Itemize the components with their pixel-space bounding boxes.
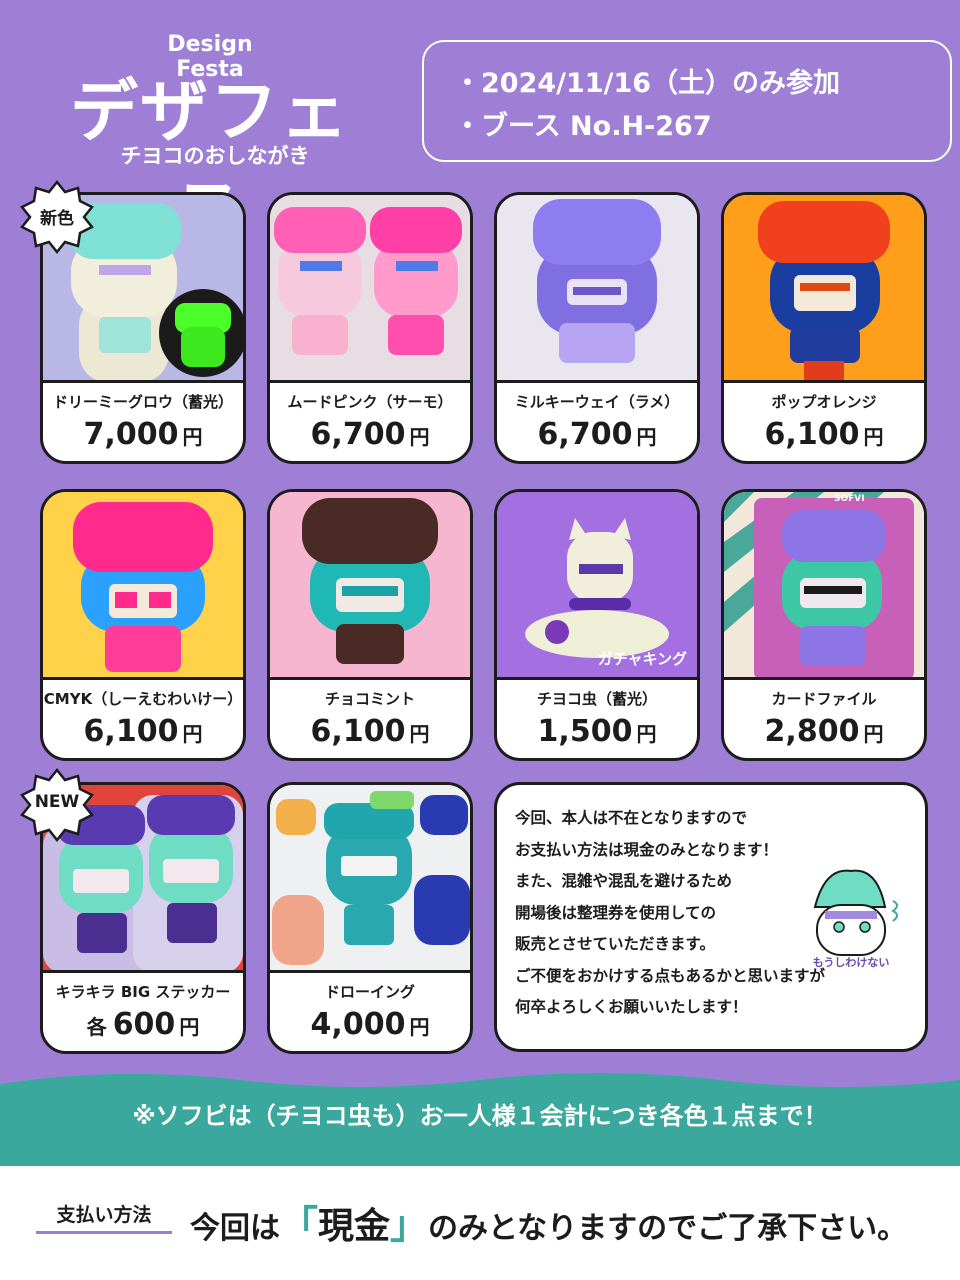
payment-method-label: 支払い方法 bbox=[36, 1200, 172, 1234]
product-card[interactable]: ドローイング 4,000 円 bbox=[267, 782, 473, 1054]
product-price: 6,700 円 bbox=[537, 417, 657, 452]
payment-method-text: 今回は「現金」のみとなりますのでご了承下さい。 bbox=[190, 1203, 908, 1247]
purchase-limit-banner: ※ソフビは（チヨコ虫も）お一人様１会計につき各色１点まで！ bbox=[132, 1102, 828, 1130]
product-photo bbox=[270, 492, 470, 680]
product-card[interactable]: ガチャキング チヨコ虫（蓄光） 1,500 円 bbox=[494, 489, 700, 761]
product-name: ドローイング bbox=[324, 983, 415, 1001]
product-name: ミルキーウェイ（ラメ） bbox=[514, 393, 680, 411]
product-name: キラキラ BIG ステッカー bbox=[55, 983, 231, 1001]
product-name: ドリーミーグロウ（蓄光） bbox=[52, 393, 233, 411]
event-date: ・2024/11/16（土）のみ参加 bbox=[454, 68, 841, 99]
gacha-king-label: ガチャキング bbox=[597, 650, 687, 668]
product-photo bbox=[724, 195, 924, 383]
new-badge: NEW bbox=[20, 767, 94, 843]
mascot-illustration: もうしわけない bbox=[781, 861, 921, 971]
new-color-badge: 新色 bbox=[20, 179, 94, 255]
product-card[interactable]: ポップオレンジ 6,100 円 bbox=[721, 192, 927, 464]
product-price: 1,500 円 bbox=[537, 714, 657, 749]
new-color-badge-label: 新色 bbox=[40, 209, 74, 229]
product-price: 6,100 円 bbox=[310, 714, 430, 749]
product-price: 4,000 円 bbox=[310, 1007, 430, 1042]
product-price: 各 600 円 bbox=[86, 1007, 200, 1042]
product-photo: ガチャキング bbox=[497, 492, 697, 680]
new-badge-label: NEW bbox=[34, 792, 80, 812]
product-card[interactable]: ミルキーウェイ（ラメ） 6,700 円 bbox=[494, 192, 700, 464]
event-info-box: ・2024/11/16（土）のみ参加 ・ブース No.H-267 bbox=[422, 40, 952, 162]
notice-line: 何卒よろしくお願いいたします！ bbox=[515, 998, 748, 1016]
product-card[interactable]: ムードピンク（サーモ） 6,700 円 bbox=[267, 192, 473, 464]
product-name: ムードピンク（サーモ） bbox=[287, 393, 453, 411]
product-price: 6,100 円 bbox=[764, 417, 884, 452]
product-card[interactable]: チョコミント 6,100 円 bbox=[267, 489, 473, 761]
product-name: カードファイル bbox=[771, 690, 877, 708]
product-price: 2,800 円 bbox=[764, 714, 884, 749]
product-photo bbox=[43, 492, 243, 680]
header: Design Festa デザフェス チヨコのおしながき ・2024/11/16… bbox=[0, 0, 960, 251]
product-card[interactable]: CMYK（しーえむわいけー） 6,100 円 bbox=[40, 489, 246, 761]
sofvi-label: SOFVI bbox=[834, 494, 865, 504]
notice-box: 今回、本人は不在となりますので お支払い方法は現金のみとなります！ また、混雑や… bbox=[494, 782, 928, 1052]
product-photo: SOFVI bbox=[724, 492, 924, 680]
product-photo bbox=[270, 195, 470, 383]
notice-line: 今回、本人は不在となりますので bbox=[515, 809, 748, 827]
product-name: ポップオレンジ bbox=[771, 393, 877, 411]
page-subtitle: チヨコのおしながき bbox=[120, 144, 310, 168]
product-photo bbox=[497, 195, 697, 383]
product-name: CMYK（しーえむわいけー） bbox=[43, 690, 243, 708]
product-card[interactable]: SOFVI カードファイル 2,800 円 bbox=[721, 489, 927, 761]
product-photo bbox=[270, 785, 470, 973]
product-name: チヨコ虫（蓄光） bbox=[536, 690, 657, 708]
product-price: 6,700 円 bbox=[310, 417, 430, 452]
footer: 支払い方法 今回は「現金」のみとなりますのでご了承下さい。 bbox=[0, 1166, 960, 1280]
booth-number: ・ブース No.H-267 bbox=[454, 111, 712, 142]
product-name: チョコミント bbox=[324, 690, 415, 708]
mascot-apology-text: もうしわけない bbox=[812, 956, 890, 969]
product-price: 6,100 円 bbox=[83, 714, 203, 749]
product-price: 7,000 円 bbox=[83, 417, 203, 452]
